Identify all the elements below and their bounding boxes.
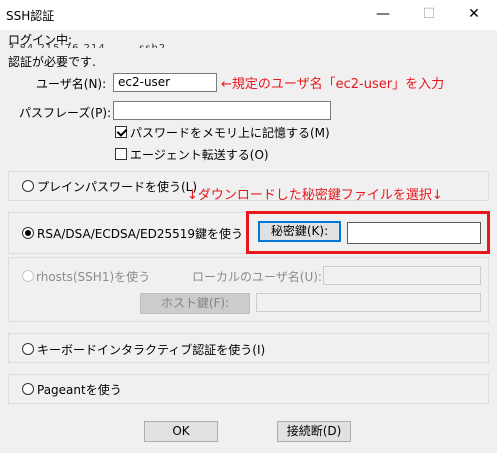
private-key-annotation: ↓ダウンロードした秘密鍵ファイルを選択↓ [187,188,443,203]
pageant-label[interactable]: Pageantを使う [37,381,122,398]
keyboard-interactive-radio[interactable] [22,343,34,355]
private-key-input[interactable] [347,222,481,244]
agent-forward-label[interactable]: エージェント転送する(O) [130,146,269,163]
username-input[interactable]: ec2-user [113,73,217,92]
host-key-button: ホスト鍵(F): [140,293,250,314]
local-user-label: ローカルのユーザ名(U): [192,270,322,284]
keyboard-interactive-label[interactable]: キーボードインタラクティブ認証を使う(I) [37,341,265,358]
username-annotation: ←規定のユーザ名「ec2-user」を入力 [221,77,445,92]
rhosts-radio [22,270,34,282]
ok-button[interactable]: OK [144,421,218,442]
rsa-key-label[interactable]: RSA/DSA/ECDSA/ED25519鍵を使う [37,225,243,242]
maximize-icon: ☐ [422,6,436,22]
plain-password-radio[interactable] [22,180,34,192]
rhosts-label: rhosts(SSH1)を使う [36,270,151,284]
disconnect-button[interactable]: 接続断(D) [277,421,351,442]
minimize-icon[interactable]: — [375,6,391,22]
save-password-checkbox[interactable] [115,126,127,138]
local-user-input [323,266,481,285]
window-title: SSH認証 [6,9,55,23]
plain-password-label[interactable]: プレインパスワードを使う(L) [37,178,197,195]
username-label: ユーザ名(N): [36,77,107,91]
passphrase-label: パスフレーズ(P): [19,106,112,120]
agent-forward-checkbox[interactable] [115,148,127,160]
passphrase-input[interactable] [113,101,331,120]
auth-required-text: 認証が必要です. [8,55,96,69]
close-icon[interactable]: ✕ [466,6,482,22]
host-key-input [256,293,481,312]
rsa-key-radio[interactable] [22,227,34,239]
private-key-button[interactable]: 秘密鍵(K): [258,221,341,242]
pageant-radio[interactable] [22,383,34,395]
save-password-label[interactable]: パスワードをメモリ上に記憶する(M) [130,124,330,141]
